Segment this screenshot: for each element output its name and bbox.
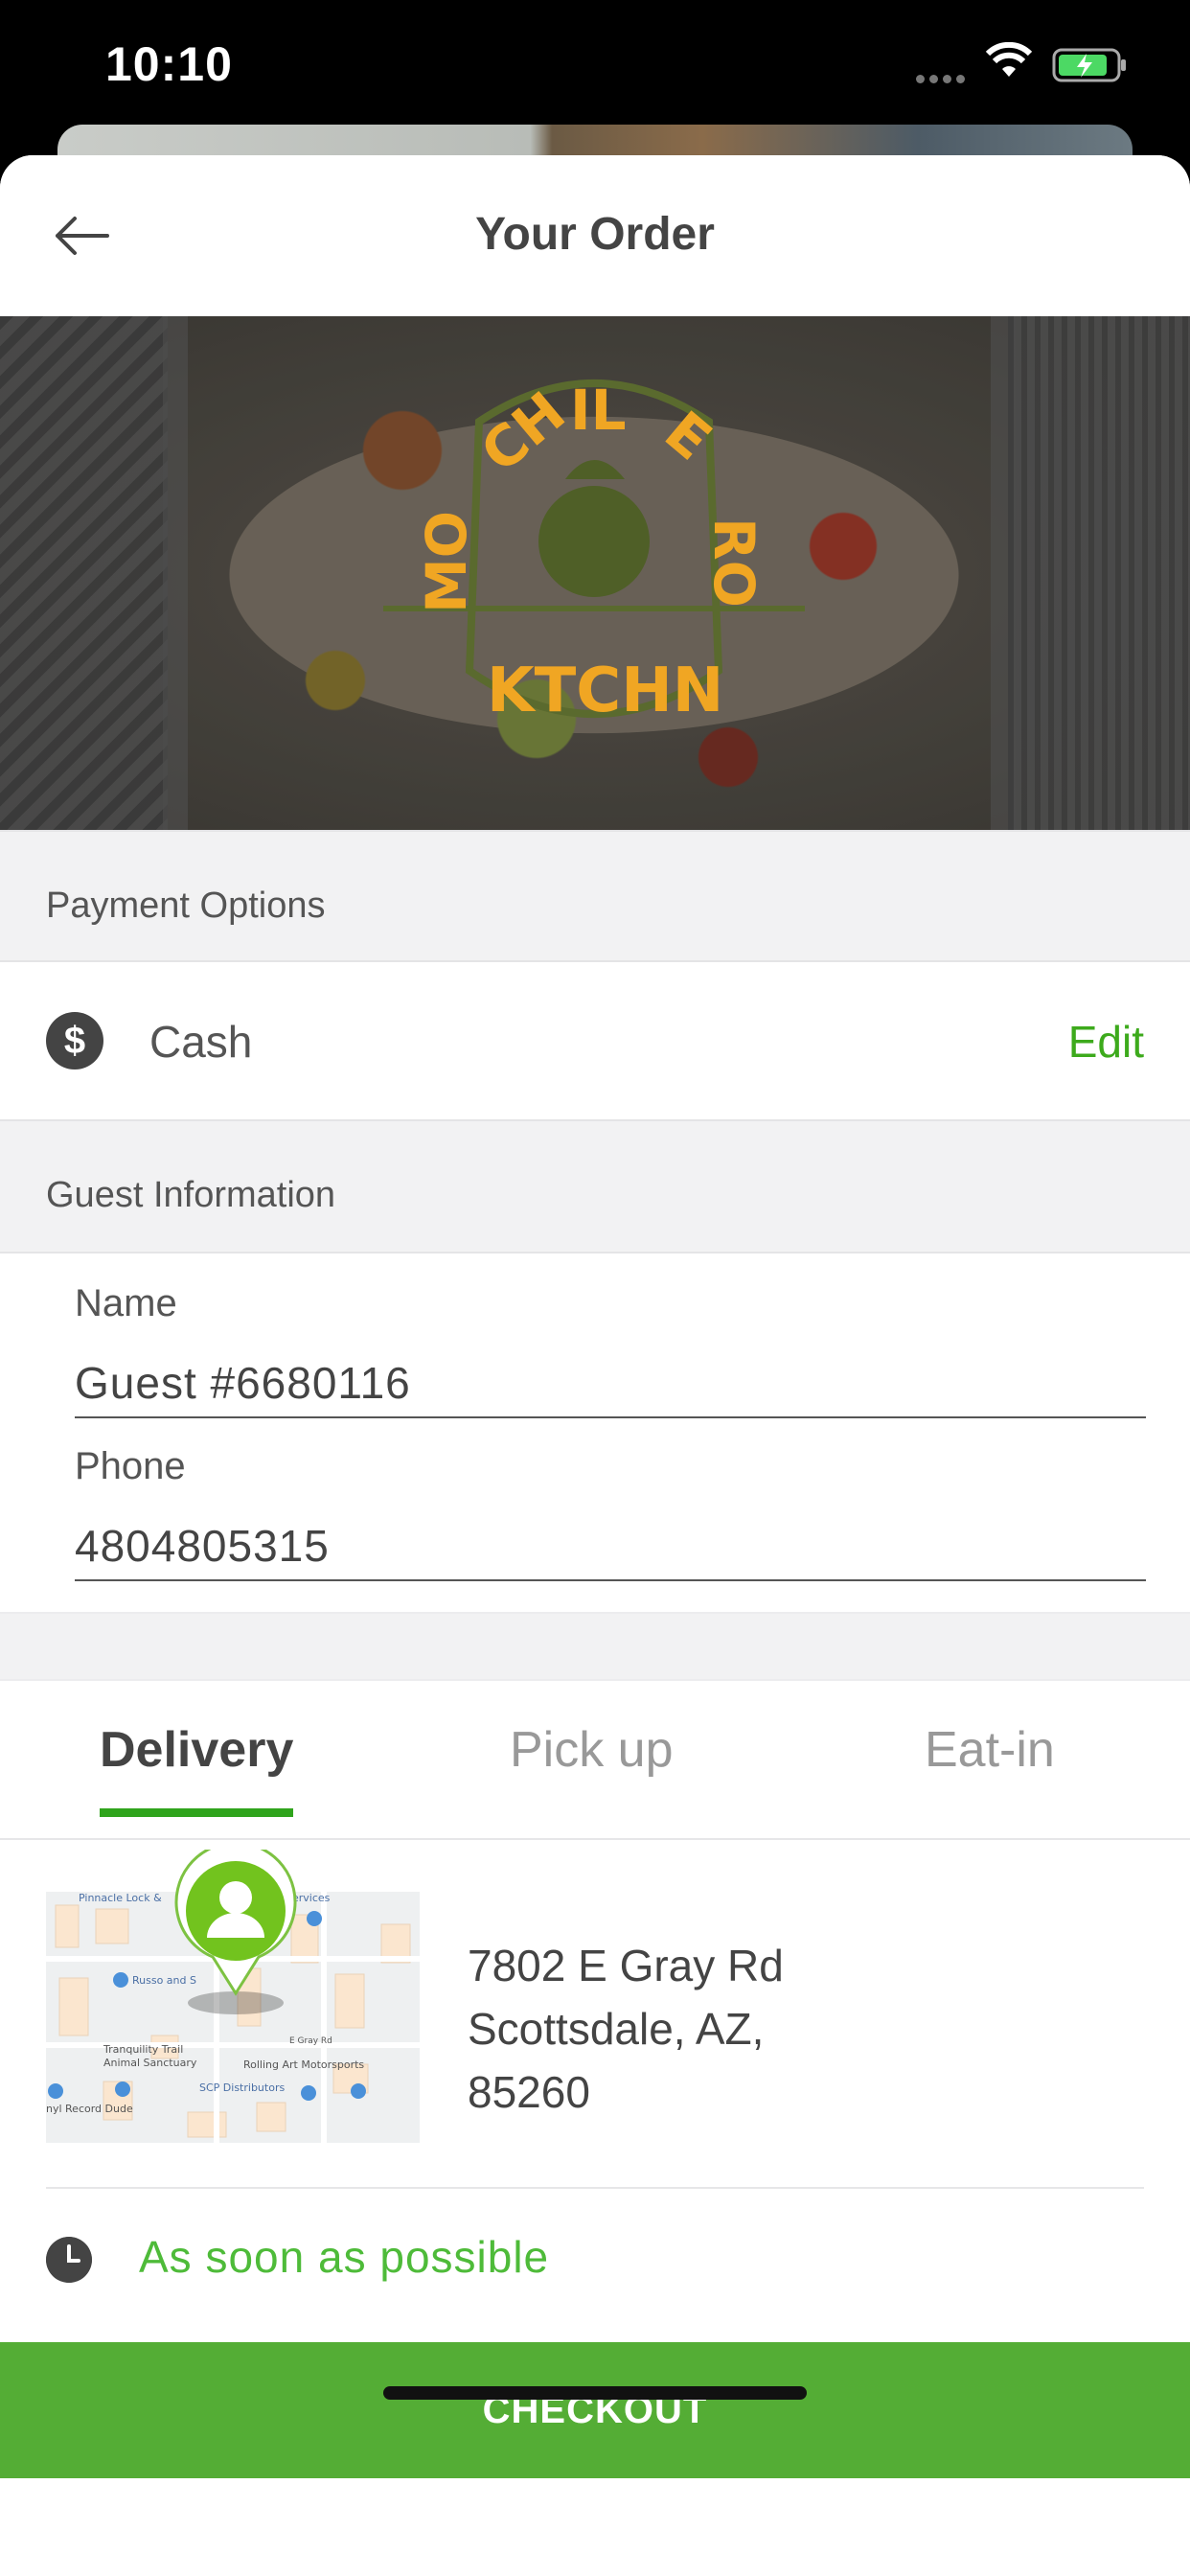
checkout-button[interactable]: CHECKOUT xyxy=(0,2342,1190,2478)
active-tab-indicator xyxy=(100,1808,294,1817)
svg-text:MO: MO xyxy=(414,511,479,613)
map-label: Pinnacle Lock & xyxy=(79,1892,162,1904)
home-indicator[interactable] xyxy=(383,2386,807,2400)
order-sheet: Your Order MO CH IL E RO KTCHN Payment O… xyxy=(0,155,1190,2576)
map-label: Tranquility Trail xyxy=(103,2043,183,2056)
svg-text:IL: IL xyxy=(570,378,627,443)
cellular-signal-icon xyxy=(916,71,970,88)
tab-eat-in[interactable]: Eat-in xyxy=(925,1721,1055,1840)
svg-text:RO: RO xyxy=(701,518,767,608)
payment-method-row[interactable]: $ Cash Edit xyxy=(0,962,1190,1119)
address-line: 7802 E Gray Rd xyxy=(468,1941,784,1990)
delivery-time-row[interactable]: As soon as possible xyxy=(0,2189,1190,2342)
section-title: Payment Options xyxy=(46,886,326,926)
map-label: nyl Record Dude xyxy=(46,2103,133,2115)
section-title: Guest Information xyxy=(46,1175,336,1215)
address-line: Scottsdale, AZ, xyxy=(468,2004,765,2054)
tab-label: Pick up xyxy=(510,1722,674,1778)
section-divider xyxy=(0,1612,1190,1681)
name-label: Name xyxy=(75,1282,177,1324)
nav-bar: Your Order xyxy=(0,155,1190,316)
wifi-icon xyxy=(985,42,1033,77)
page-title: Your Order xyxy=(475,209,715,260)
payment-options-header: Payment Options xyxy=(0,830,1190,962)
phone-field[interactable] xyxy=(75,1512,1146,1581)
svg-text:CH: CH xyxy=(469,380,578,486)
name-field[interactable] xyxy=(75,1349,1146,1418)
status-time: 10:10 xyxy=(105,37,233,91)
edit-payment-button[interactable]: Edit xyxy=(1068,1016,1144,1068)
address-line: 85260 xyxy=(468,2067,590,2117)
order-type-tabs: Delivery Pick up Eat-in xyxy=(0,1681,1190,1840)
dollar-icon: $ xyxy=(46,1012,103,1070)
map-label: Rolling Art Motorsports xyxy=(243,2058,364,2071)
map-label: Animal Sanctuary xyxy=(103,2057,197,2069)
delivery-time-label: As soon as possible xyxy=(139,2232,550,2282)
tab-label: Delivery xyxy=(100,1722,294,1778)
tab-delivery[interactable]: Delivery xyxy=(100,1721,294,1840)
map-pin-icon xyxy=(174,1850,297,2014)
clock-icon xyxy=(46,2237,92,2283)
phone-label: Phone xyxy=(75,1445,186,1487)
tab-pick-up[interactable]: Pick up xyxy=(510,1721,674,1840)
restaurant-logo: MO CH IL E RO KTCHN xyxy=(383,378,805,726)
status-bar: 10:10 xyxy=(0,0,1190,134)
guest-information-header: Guest Information xyxy=(0,1119,1190,1254)
tab-label: Eat-in xyxy=(925,1722,1055,1778)
payment-method-label: Cash xyxy=(149,1017,253,1067)
battery-icon xyxy=(1052,48,1126,82)
delivery-address: 7802 E Gray Rd Scottsdale, AZ, 85260 xyxy=(468,1934,784,2124)
map-label: E Gray Rd xyxy=(289,2036,332,2046)
svg-text:KTCHN: KTCHN xyxy=(487,656,723,726)
map-label: SCP Distributors xyxy=(199,2082,285,2094)
restaurant-hero-image: MO CH IL E RO KTCHN xyxy=(0,316,1190,830)
